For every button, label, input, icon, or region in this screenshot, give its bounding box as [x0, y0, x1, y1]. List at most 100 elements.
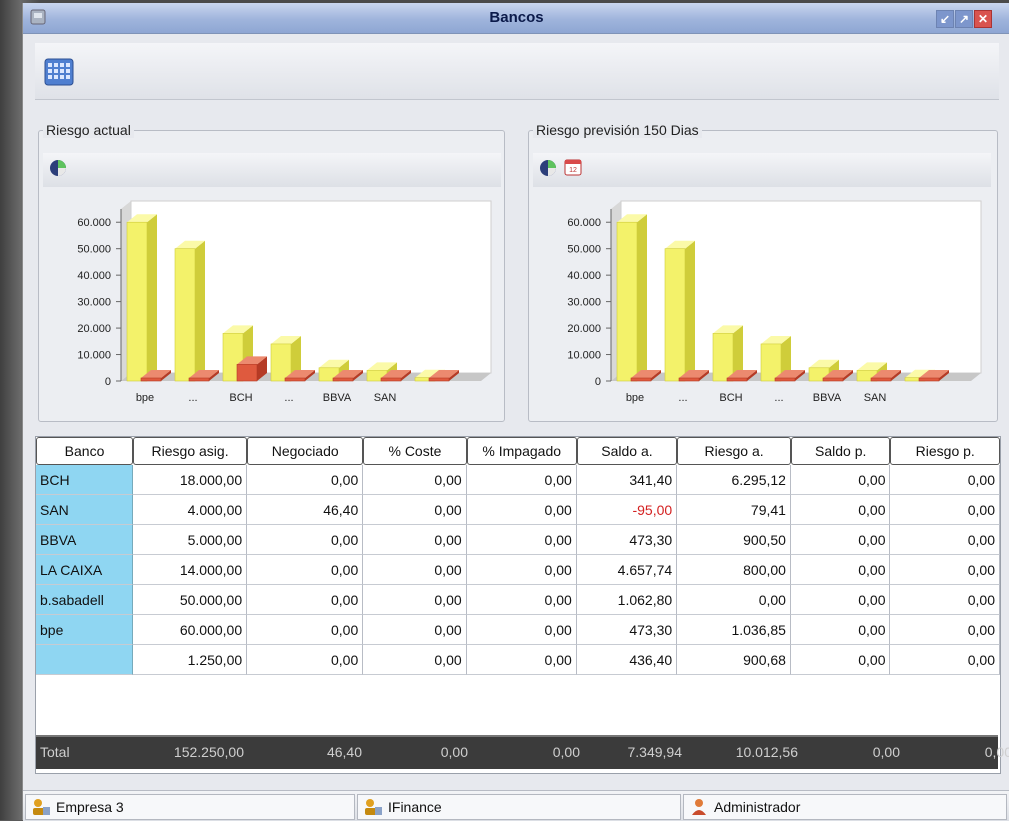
- table-cell[interactable]: 0,00: [890, 465, 1000, 495]
- table-cell[interactable]: 341,40: [576, 465, 678, 495]
- table-cell[interactable]: 800,00: [677, 555, 791, 585]
- pie-chart-icon[interactable]: [49, 159, 67, 177]
- table-cell[interactable]: 0,00: [890, 525, 1000, 555]
- title-bar[interactable]: Bancos ↙ ↗ ✕: [23, 3, 1009, 34]
- table-cell[interactable]: 0,00: [247, 585, 364, 615]
- table-cell[interactable]: 46,40: [247, 495, 364, 525]
- table-cell[interactable]: -95,00: [576, 495, 678, 525]
- table-header-row: Banco Riesgo asig. Negociado% Coste% Impag…: [36, 437, 1000, 465]
- y-tick-label: 60.000: [77, 217, 111, 229]
- table-cell[interactable]: 0,00: [466, 615, 577, 645]
- table-cell[interactable]: 900,68: [677, 645, 791, 675]
- bank-name-cell[interactable]: bpe: [36, 615, 134, 645]
- table-cell[interactable]: 0,00: [677, 585, 791, 615]
- column-header[interactable]: Negociado: [247, 437, 364, 465]
- table-row[interactable]: b.sabadell 50.000,00 0,00 0,00 0,00 1.062,80 0…: [36, 585, 1000, 615]
- table-cell[interactable]: 5.000,00: [133, 525, 248, 555]
- table-cell[interactable]: 0,00: [363, 615, 467, 645]
- bank-name-cell[interactable]: BCH: [36, 465, 134, 495]
- table-cell[interactable]: 0,00: [247, 525, 364, 555]
- x-tick-label: ...: [284, 392, 293, 404]
- table-cell[interactable]: 0,00: [363, 525, 467, 555]
- table-cell[interactable]: 0,00: [890, 645, 1000, 675]
- table-cell[interactable]: 0,00: [247, 615, 364, 645]
- table-cell[interactable]: 0,00: [466, 495, 577, 525]
- calendar-icon[interactable]: 12: [563, 157, 583, 177]
- riesgo-prevision-chart: 60.000 50.000 40.000 30.000 20.000 10.000 0 bpe…: [567, 200, 982, 404]
- table-cell[interactable]: 18.000,00: [133, 465, 248, 495]
- table-cell[interactable]: 0,00: [890, 615, 1000, 645]
- table-cell[interactable]: 4.000,00: [133, 495, 248, 525]
- table-cell[interactable]: 0,00: [363, 495, 467, 525]
- table-cell[interactable]: 50.000,00: [133, 585, 248, 615]
- table-cell[interactable]: 473,30: [576, 615, 678, 645]
- table-cell[interactable]: 0,00: [790, 555, 891, 585]
- bank-name-cell[interactable]: [36, 645, 134, 675]
- table-cell[interactable]: 0,00: [363, 465, 467, 495]
- bancos-window: Bancos ↙ ↗ ✕ Riesgo actual 60.000 50.000 4…: [22, 3, 1009, 821]
- table-cell[interactable]: 6.295,12: [677, 465, 791, 495]
- status-user[interactable]: Administrador: [683, 794, 1007, 820]
- table-cell[interactable]: 1.036,85: [677, 615, 791, 645]
- column-header[interactable]: Riesgo a.: [677, 437, 791, 465]
- table-cell[interactable]: 0,00: [363, 645, 467, 675]
- table-cell[interactable]: 0,00: [790, 525, 891, 555]
- table-cell[interactable]: 4.657,74: [576, 555, 678, 585]
- pie-chart-icon[interactable]: [539, 159, 557, 177]
- table-cell[interactable]: 900,50: [677, 525, 791, 555]
- table-cell[interactable]: 0,00: [363, 555, 467, 585]
- x-tick-label: BBVA: [323, 392, 352, 404]
- totals-cell: 152.250,00: [173, 744, 244, 760]
- table-cell[interactable]: 0,00: [363, 585, 467, 615]
- table-cell[interactable]: 79,41: [677, 495, 791, 525]
- table-cell[interactable]: 0,00: [466, 645, 577, 675]
- table-cell[interactable]: 0,00: [890, 495, 1000, 525]
- totals-cell: 7.349,94: [627, 744, 683, 760]
- table-cell[interactable]: 14.000,00: [133, 555, 248, 585]
- status-company[interactable]: Empresa 3: [25, 794, 355, 820]
- bank-name-cell[interactable]: SAN: [36, 495, 134, 525]
- table-cell[interactable]: 0,00: [890, 585, 1000, 615]
- bank-name-cell[interactable]: b.sabadell: [36, 585, 134, 615]
- table-cell[interactable]: 0,00: [790, 465, 891, 495]
- table-row[interactable]: bpe 60.000,00 0,00 0,00 0,00 473,30 1.036,85 0,…: [36, 615, 1000, 645]
- table-cell[interactable]: 473,30: [576, 525, 678, 555]
- table-cell[interactable]: 0,00: [247, 555, 364, 585]
- table-row[interactable]: SAN 4.000,00 46,40 0,00 0,00 -95,00 79,41 0,00 0…: [36, 495, 1000, 525]
- bank-name-cell[interactable]: BBVA: [36, 525, 134, 555]
- table-cell[interactable]: 0,00: [790, 495, 891, 525]
- column-header[interactable]: Riesgo p.: [890, 437, 1000, 465]
- table-row[interactable]: BBVA 5.000,00 0,00 0,00 0,00 473,30 900,50 0,00…: [36, 525, 1000, 555]
- table-cell[interactable]: 1.250,00: [133, 645, 248, 675]
- column-header[interactable]: Saldo p.: [790, 437, 891, 465]
- table-cell[interactable]: 0,00: [466, 525, 577, 555]
- column-header[interactable]: Banco: [36, 437, 134, 465]
- table-cell[interactable]: 60.000,00: [133, 615, 248, 645]
- bank-building-icon[interactable]: [41, 53, 77, 89]
- table-row[interactable]: 1.250,00 0,00 0,00 0,00 436,40 900,68 0,00 0,00: [36, 645, 1000, 675]
- maximize-icon[interactable]: ↗: [955, 10, 973, 28]
- close-icon[interactable]: ✕: [974, 10, 992, 28]
- table-cell[interactable]: 0,00: [466, 465, 577, 495]
- bank-name-cell[interactable]: LA CAIXA: [36, 555, 134, 585]
- status-app[interactable]: IFinance: [357, 794, 681, 820]
- table-cell[interactable]: 1.062,80: [576, 585, 678, 615]
- table-cell[interactable]: 0,00: [247, 465, 364, 495]
- table-cell[interactable]: 0,00: [890, 555, 1000, 585]
- table-cell[interactable]: 0,00: [247, 645, 364, 675]
- table-cell[interactable]: 436,40: [576, 645, 678, 675]
- column-header[interactable]: % Coste: [363, 437, 467, 465]
- totals-cell: 46,40: [326, 744, 362, 760]
- table-cell[interactable]: 0,00: [466, 585, 577, 615]
- table-row[interactable]: LA CAIXA 14.000,00 0,00 0,00 0,00 4.657,74 800…: [36, 555, 1000, 585]
- y-tick-label: 40.000: [77, 270, 111, 282]
- table-cell[interactable]: 0,00: [790, 585, 891, 615]
- column-header[interactable]: % Impagado: [466, 437, 577, 465]
- table-row[interactable]: BCH 18.000,00 0,00 0,00 0,00 341,40 6.295,12 0,…: [36, 465, 1000, 495]
- table-cell[interactable]: 0,00: [466, 555, 577, 585]
- minimize-icon[interactable]: ↙: [936, 10, 954, 28]
- column-header[interactable]: Saldo a.: [576, 437, 678, 465]
- table-cell[interactable]: 0,00: [790, 645, 891, 675]
- table-cell[interactable]: 0,00: [790, 615, 891, 645]
- column-header[interactable]: Riesgo asig.: [133, 437, 248, 465]
